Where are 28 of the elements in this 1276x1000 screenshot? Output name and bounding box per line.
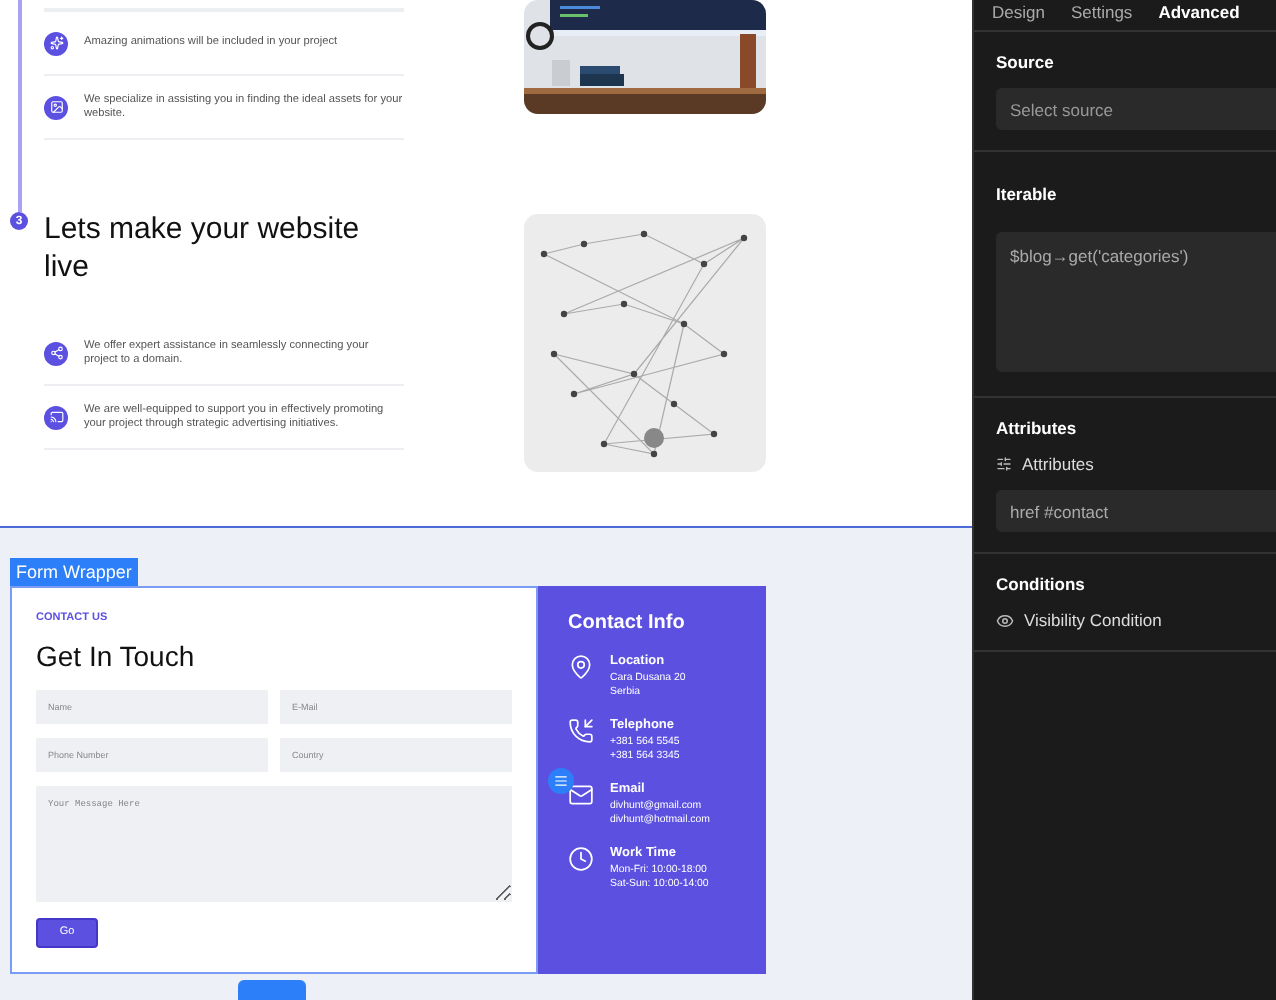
share-icon	[44, 341, 68, 365]
section-title: Source	[996, 52, 1056, 72]
row-label[interactable]: Visibility Condition	[1024, 610, 1162, 630]
source-select[interactable]: Select source	[996, 88, 1276, 130]
section-heading: Lets make your website live	[44, 210, 362, 286]
section-title: Conditions	[996, 574, 1087, 594]
attribute-field[interactable]: href #contact	[996, 490, 1276, 532]
tab[interactable]: Settings	[1070, 2, 1133, 22]
drag-handle-icon[interactable]	[548, 768, 574, 794]
map-pin-icon	[568, 654, 594, 680]
size-badge	[238, 980, 306, 1000]
section-title: Attributes	[996, 418, 1079, 438]
sparkle-icon	[44, 31, 68, 55]
cast-icon	[44, 405, 68, 429]
selection-label: Form Wrapper	[10, 558, 138, 586]
clock-icon	[568, 846, 594, 872]
tab[interactable]: Design	[992, 2, 1045, 22]
sliders-icon	[996, 456, 1012, 472]
image-icon	[44, 95, 68, 119]
phone-icon	[568, 718, 594, 744]
eye-icon	[996, 611, 1014, 629]
section-title: Iterable	[996, 184, 1059, 204]
form-title: Get In Touch	[36, 640, 197, 672]
mail-icon	[568, 782, 594, 808]
tab[interactable]: Advanced	[1158, 2, 1240, 22]
row-label[interactable]: Attributes	[1022, 454, 1094, 474]
iterable-field[interactable]: $blog→get('categories')	[996, 232, 1276, 372]
panel-title: Contact Info	[568, 612, 687, 634]
